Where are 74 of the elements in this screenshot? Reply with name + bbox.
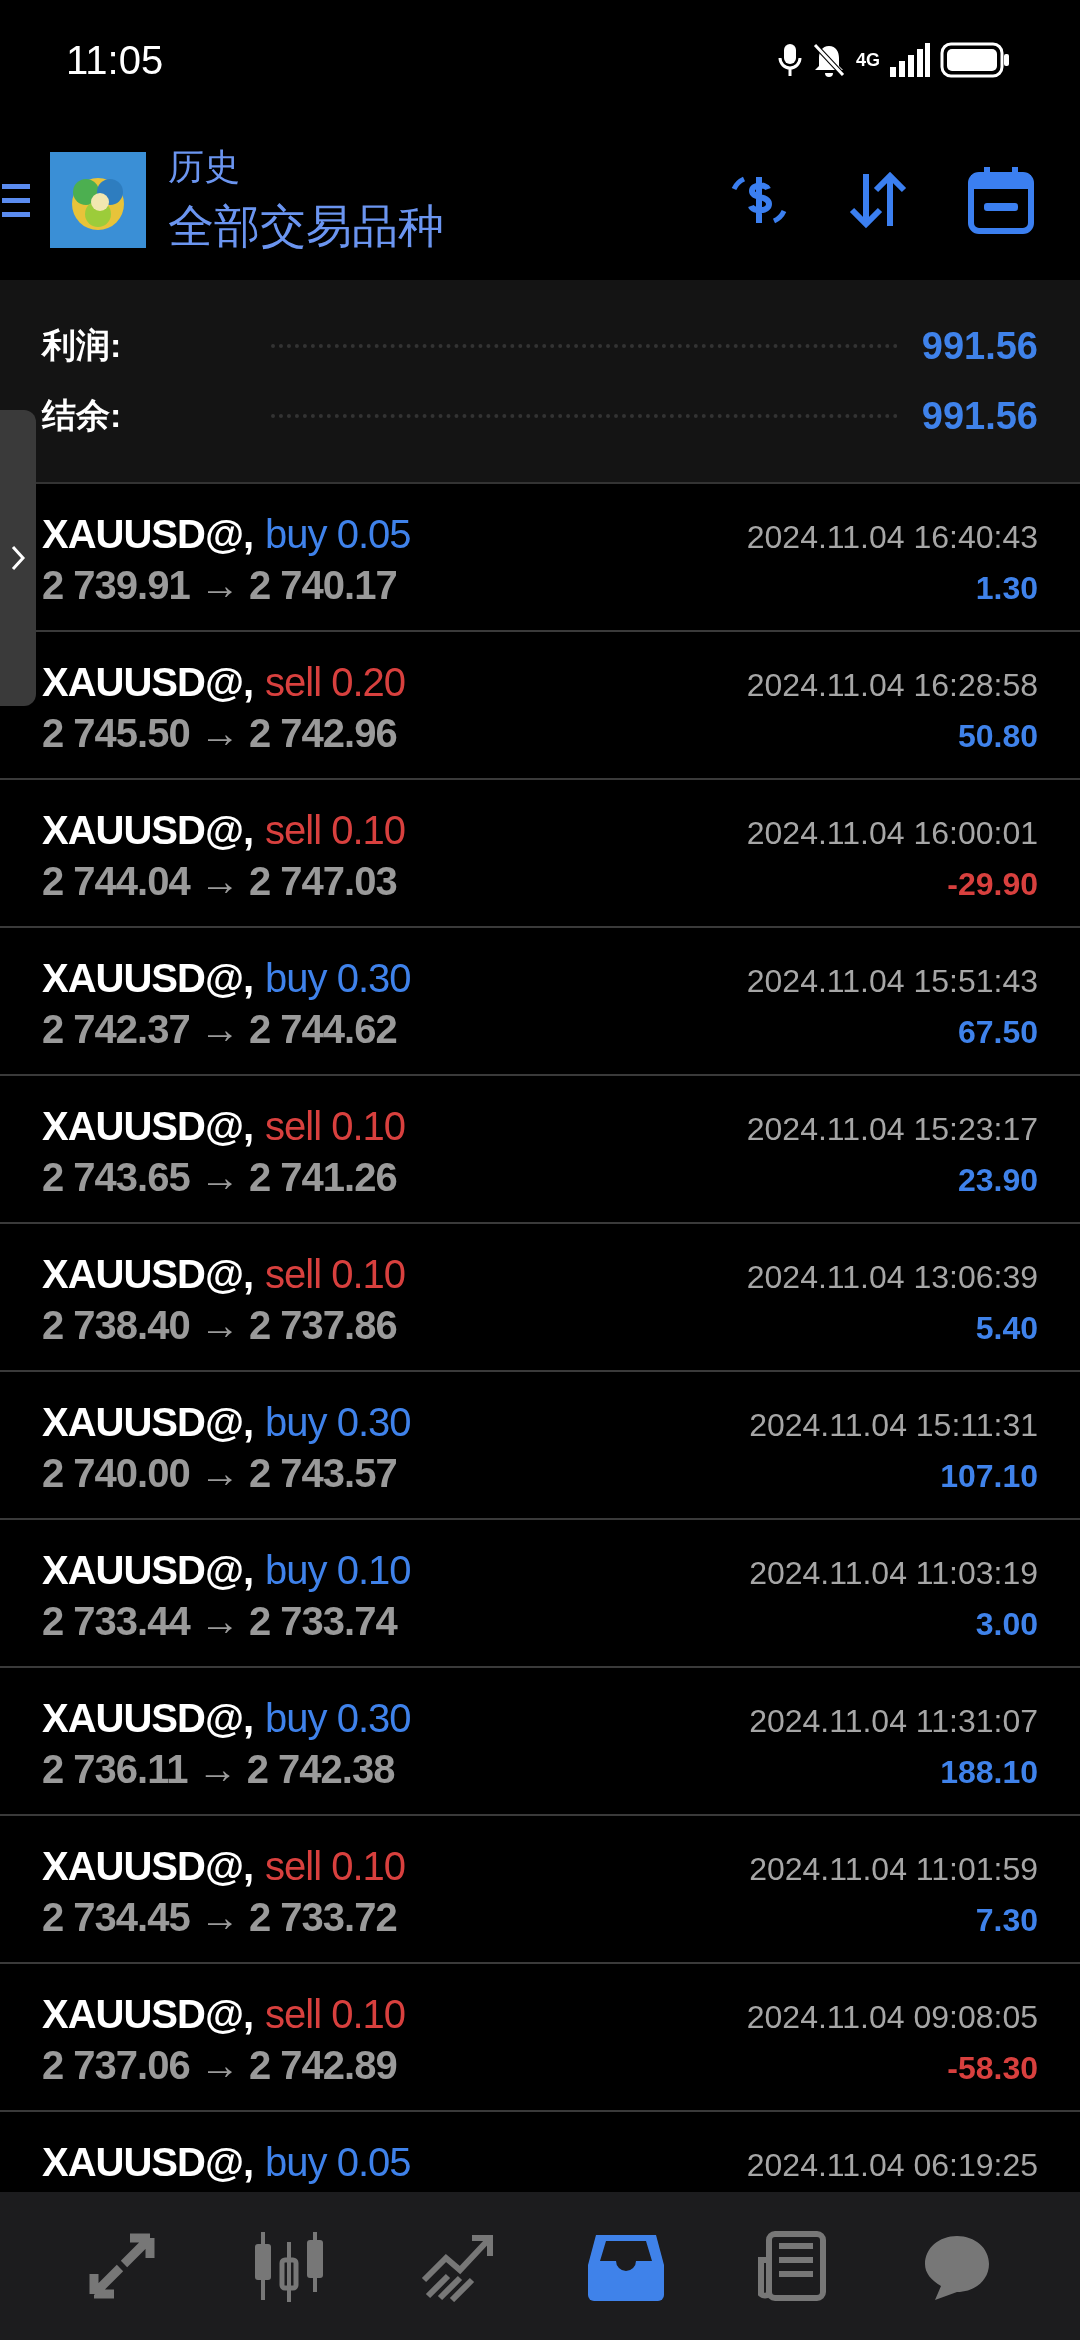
- trade-profit: 107.10: [940, 1458, 1038, 1495]
- trade-prices: 2 740.00 → 2 743.57: [42, 1451, 397, 1496]
- trade-symbol: XAUUSD@,: [42, 1104, 254, 1149]
- trade-time: 2024.11.04 06:19:25: [746, 2147, 1038, 2184]
- trade-prices: 2 737.06 → 2 742.89: [42, 2043, 397, 2088]
- trade-order: sell 0.10: [265, 808, 405, 853]
- trade-prices: 2 744.04 → 2 747.03: [42, 859, 397, 904]
- trade-order: sell 0.10: [265, 1104, 405, 1149]
- newspaper-icon[interactable]: [756, 2230, 827, 2302]
- trade-profit: 7.30: [975, 1902, 1038, 1939]
- trade-time: 2024.11.04 11:03:19: [749, 1555, 1038, 1592]
- app-logo-icon: [50, 152, 146, 248]
- trade-time: 2024.11.04 15:23:17: [746, 1111, 1038, 1148]
- trade-symbol: XAUUSD@,: [42, 808, 254, 853]
- trade-symbol: XAUUSD@,: [42, 1548, 254, 1593]
- trade-symbol: XAUUSD@,: [42, 660, 254, 705]
- trade-symbol: XAUUSD@,: [42, 2140, 254, 2185]
- trade-time: 2024.11.04 11:31:07: [749, 1703, 1038, 1740]
- trade-time: 2024.11.04 13:06:39: [746, 1259, 1038, 1296]
- trade-prices: 2 734.45 → 2 733.72: [42, 1895, 397, 1940]
- trade-prices: 2 745.50 → 2 742.96: [42, 711, 397, 756]
- trade-profit: 23.90: [957, 1162, 1038, 1199]
- trade-time: 2024.11.04 16:40:43: [746, 519, 1038, 556]
- trade-order: buy 0.30: [265, 1400, 411, 1445]
- trade-prices: 2 742.37 → 2 744.62: [42, 1007, 397, 1052]
- trade-symbol: XAUUSD@,: [42, 956, 254, 1001]
- microphone-icon: [778, 42, 802, 78]
- trade-profit: -29.90: [947, 866, 1038, 903]
- summary-value: 991.56: [921, 324, 1038, 368]
- battery-icon: [940, 42, 1010, 78]
- trade-time: 2024.11.04 16:00:01: [746, 815, 1038, 852]
- trade-order: sell 0.10: [265, 1844, 405, 1889]
- trade-order: buy 0.30: [265, 956, 411, 1001]
- trade-symbol: XAUUSD@,: [42, 1844, 254, 1889]
- trade-time: 2024.11.04 15:51:43: [746, 963, 1038, 1000]
- trade-symbol: XAUUSD@,: [42, 1400, 254, 1445]
- trade-profit: 3.00: [975, 1606, 1038, 1643]
- summary-label: 结余:: [42, 395, 122, 436]
- calendar-icon[interactable]: [966, 165, 1036, 235]
- trade-symbol: XAUUSD@,: [42, 512, 254, 557]
- trade-time: 2024.11.04 09:08:05: [746, 1999, 1038, 2036]
- trade-symbol: XAUUSD@,: [42, 1992, 254, 2037]
- chevron-right-icon: [10, 544, 26, 572]
- screen-title: 历史: [168, 144, 241, 189]
- trade-symbol: XAUUSD@,: [42, 1696, 254, 1741]
- signal-icon: [890, 43, 930, 77]
- trade-prices: 2 739.91 → 2 740.17: [42, 563, 397, 608]
- summary-value: 991.56: [921, 394, 1038, 438]
- trade-profit: 188.10: [940, 1754, 1038, 1791]
- trade-profit: 50.80: [957, 718, 1038, 755]
- trade-order: sell 0.10: [265, 1252, 405, 1297]
- bell-muted-icon: [812, 42, 846, 78]
- trade-profit: 67.50: [957, 1014, 1038, 1051]
- trade-profit: 5.40: [975, 1310, 1038, 1347]
- symbol-filter[interactable]: 全部交易品种: [168, 195, 444, 258]
- trade-order: sell 0.10: [265, 1992, 405, 2037]
- summary-label: 利润:: [42, 325, 122, 366]
- trade-order: buy 0.10: [265, 1548, 411, 1593]
- trade-symbol: XAUUSD@,: [42, 1252, 254, 1297]
- network-type: 4G: [856, 49, 880, 71]
- trade-order: buy 0.30: [265, 1696, 411, 1741]
- trade-order: sell 0.20: [265, 660, 405, 705]
- trade-prices: 2 736.11 → 2 742.38: [42, 1747, 395, 1792]
- trade-profit: -58.30: [947, 2050, 1038, 2087]
- trade-prices: 2 743.65 → 2 741.26: [42, 1155, 397, 1200]
- trade-order: buy 0.05: [265, 512, 411, 557]
- trade-order: buy 0.05: [265, 2140, 411, 2185]
- trade-time: 2024.11.04 11:01:59: [749, 1851, 1038, 1888]
- status-time: 11:05: [66, 37, 164, 83]
- trade-profit: 1.30: [975, 570, 1038, 607]
- trade-time: 2024.11.04 15:11:31: [749, 1407, 1038, 1444]
- trade-prices: 2 733.44 → 2 733.74: [42, 1599, 397, 1644]
- trade-prices: 2 738.40 → 2 737.86: [42, 1303, 397, 1348]
- trade-time: 2024.11.04 16:28:58: [746, 667, 1038, 704]
